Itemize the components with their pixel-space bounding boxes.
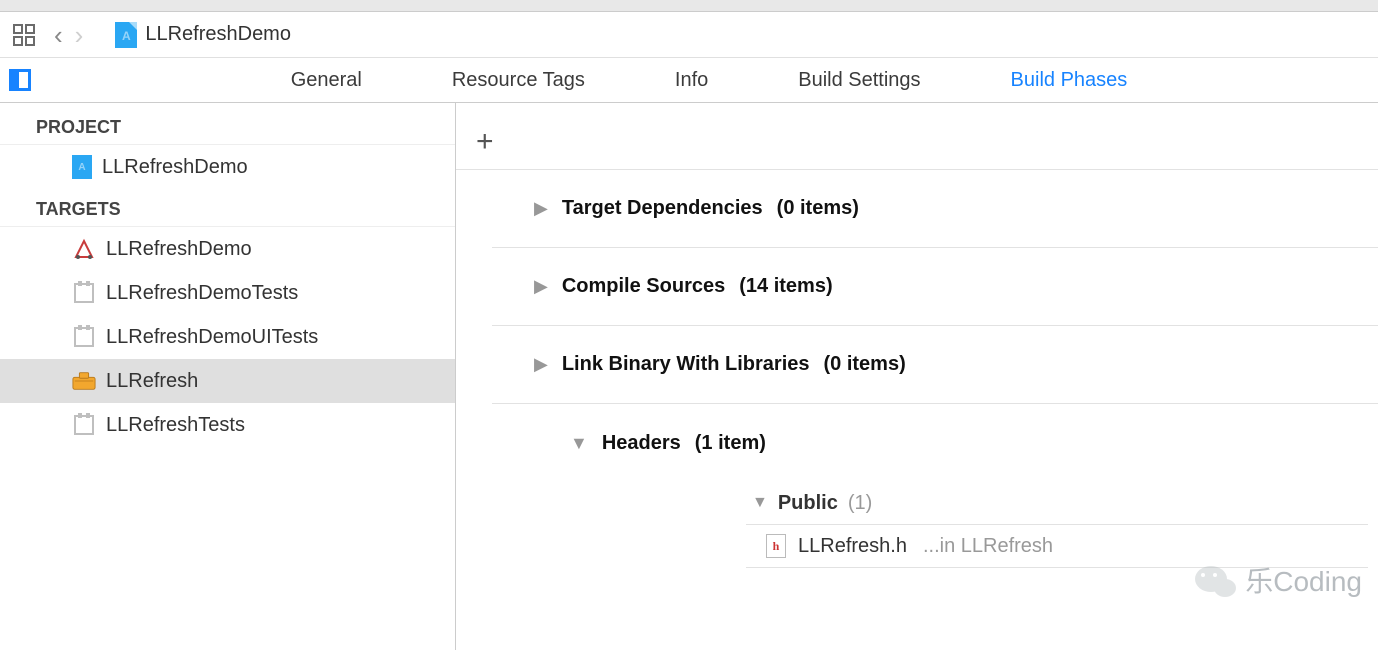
framework-target-icon [72, 369, 96, 393]
phase-count: (0 items) [824, 353, 906, 376]
subgroup-title: Public [778, 492, 838, 515]
header-file-icon: h [766, 534, 786, 558]
app-target-icon [72, 237, 96, 261]
sidebar-item-label: LLRefresh [106, 370, 198, 393]
related-items-icon[interactable] [12, 23, 36, 47]
file-name: LLRefresh.h [798, 535, 907, 558]
add-phase-button[interactable]: + [476, 125, 494, 159]
test-target-icon [72, 325, 96, 349]
sidebar-target-item[interactable]: LLRefreshDemoTests [0, 271, 455, 315]
xcode-project-icon [115, 22, 137, 48]
tab-build-phases[interactable]: Build Phases [1011, 69, 1128, 92]
test-target-icon [72, 281, 96, 305]
watermark-text: 乐Coding [1245, 560, 1362, 600]
tab-general[interactable]: General [291, 69, 362, 92]
phase-count: (1 item) [695, 432, 766, 455]
panel-icon [9, 69, 31, 91]
phase-title: Headers [602, 432, 681, 455]
history-arrows: ‹ › [54, 22, 83, 48]
file-location: ...in LLRefresh [923, 535, 1053, 558]
phase-count: (14 items) [739, 275, 832, 298]
phase-title: Link Binary With Libraries [562, 353, 810, 376]
sidebar-target-item[interactable]: LLRefreshDemoUITests [0, 315, 455, 359]
sidebar-item-label: LLRefreshDemoUITests [106, 326, 318, 349]
tab-info[interactable]: Info [675, 69, 708, 92]
forward-arrow-icon[interactable]: › [75, 22, 84, 48]
sidebar-item-label: LLRefreshDemo [102, 156, 248, 179]
phase-target-dependencies[interactable]: ▶ Target Dependencies (0 items) [492, 170, 1378, 248]
phase-headers[interactable]: ▼ Headers (1 item) [528, 404, 1378, 482]
test-target-icon [72, 413, 96, 437]
standard-editor-toggle[interactable] [0, 69, 40, 91]
sidebar-item-label: LLRefreshTests [106, 414, 245, 437]
phase-count: (0 items) [777, 197, 859, 220]
xcode-project-icon [72, 155, 92, 179]
tab-resource-tags[interactable]: Resource Tags [452, 69, 585, 92]
sidebar-item-label: LLRefreshDemoTests [106, 282, 298, 305]
navigation-bar: ‹ › LLRefreshDemo [0, 12, 1378, 58]
breadcrumb[interactable]: LLRefreshDemo [115, 22, 291, 48]
disclosure-right-icon: ▶ [534, 276, 548, 297]
build-phases-panel: + ▶ Target Dependencies (0 items) ▶ Comp… [456, 103, 1378, 650]
sidebar-target-item[interactable]: LLRefresh [0, 359, 455, 403]
sidebar-item-label: LLRefreshDemo [106, 238, 252, 261]
disclosure-down-icon: ▼ [752, 494, 768, 512]
phase-title: Compile Sources [562, 275, 725, 298]
phase-compile-sources[interactable]: ▶ Compile Sources (14 items) [492, 248, 1378, 326]
subgroup-count: (1) [848, 492, 872, 515]
phase-link-binary[interactable]: ▶ Link Binary With Libraries (0 items) [492, 326, 1378, 404]
window-titlebar [0, 0, 1378, 12]
phase-title: Target Dependencies [562, 197, 763, 220]
breadcrumb-label: LLRefreshDemo [145, 23, 291, 46]
headers-public-group[interactable]: ▼ Public (1) [492, 482, 1378, 524]
disclosure-right-icon: ▶ [534, 354, 548, 375]
back-arrow-icon[interactable]: ‹ [54, 22, 63, 48]
target-tabs: General Resource Tags Info Build Setting… [40, 69, 1378, 92]
sidebar-target-item[interactable]: LLRefreshDemo [0, 227, 455, 271]
add-phase-bar: + [456, 115, 1378, 170]
project-sidebar: PROJECT LLRefreshDemo TARGETS LLRefreshD… [0, 103, 456, 650]
targets-header: TARGETS [0, 189, 455, 227]
editor-tabbar: General Resource Tags Info Build Setting… [0, 58, 1378, 103]
sidebar-project-item[interactable]: LLRefreshDemo [0, 145, 455, 189]
tab-build-settings[interactable]: Build Settings [798, 69, 920, 92]
watermark: 乐Coding [1193, 560, 1362, 600]
disclosure-down-icon: ▼ [570, 433, 588, 454]
project-header: PROJECT [0, 107, 455, 145]
sidebar-target-item[interactable]: LLRefreshTests [0, 403, 455, 447]
disclosure-right-icon: ▶ [534, 198, 548, 219]
